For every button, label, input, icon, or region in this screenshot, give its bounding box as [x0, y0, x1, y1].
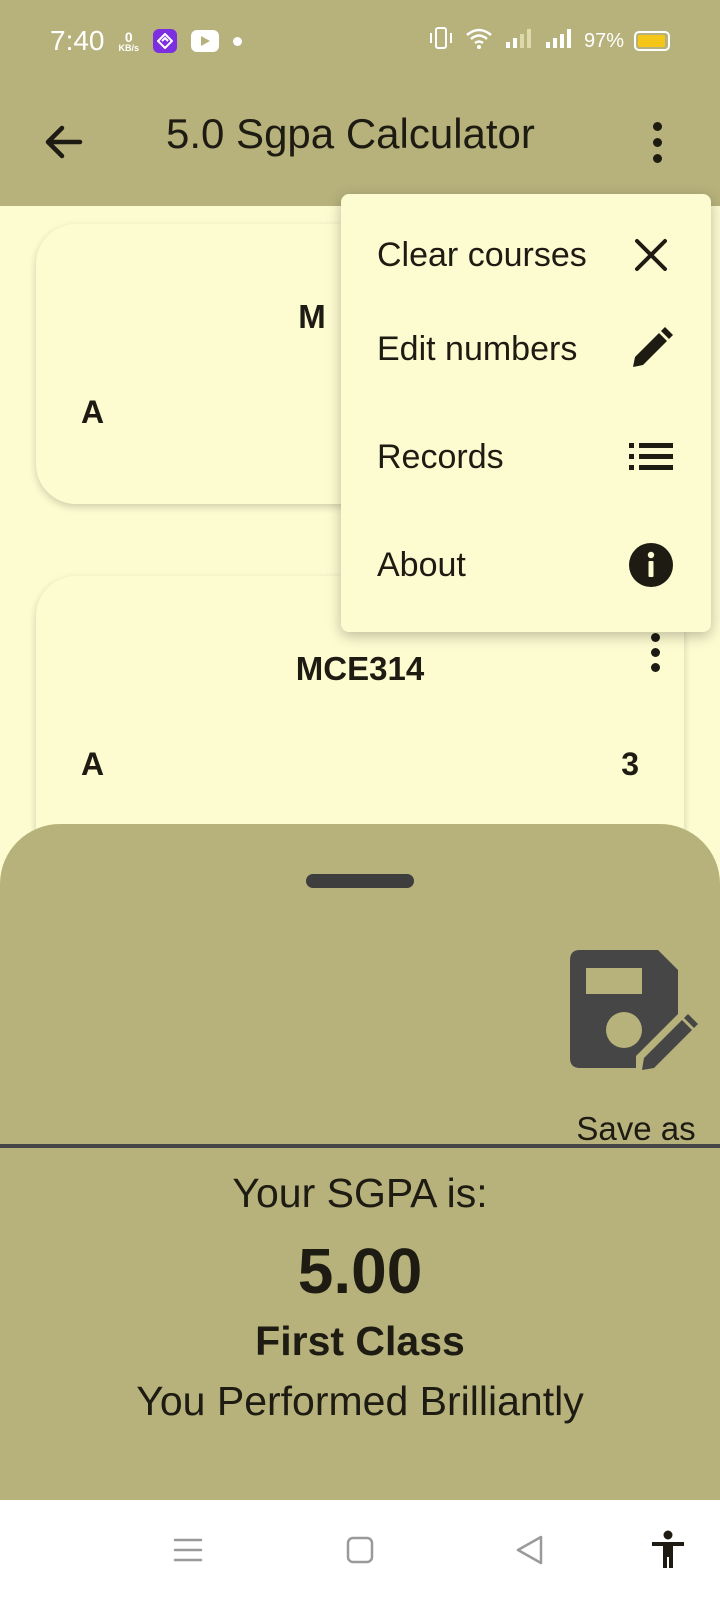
menu-item-records[interactable]: Records: [341, 412, 711, 502]
save-edit-icon: [570, 950, 698, 1070]
status-left: 7:40 0 KB/s: [50, 25, 243, 57]
save-as-button[interactable]: Save as: [570, 950, 702, 1150]
more-dot: [652, 137, 662, 147]
home-icon: [346, 1536, 374, 1564]
course-units: 3: [621, 746, 639, 782]
system-nav-bar: [0, 1500, 720, 1600]
pencil-icon: [627, 325, 675, 373]
arrow-back-icon: [45, 125, 83, 159]
network-speed-unit: KB/s: [118, 42, 140, 53]
more-options-button[interactable]: [632, 110, 682, 174]
more-dot: [650, 662, 660, 672]
screen: 7:40 0 KB/s 97% 5.0 Sgpa Calculator M A …: [0, 0, 720, 1600]
back-button[interactable]: [36, 114, 92, 170]
sgpa-value: 5.00: [297, 1235, 423, 1307]
results-bottom-sheet: Save as Your SGPA is: 5.00 First Class Y…: [0, 824, 720, 1500]
class-label: First Class: [255, 1318, 465, 1364]
recent-apps-button[interactable]: [166, 1528, 210, 1572]
course-grade: A: [81, 394, 105, 430]
status-time: 7:40: [50, 25, 105, 56]
app-notification-icon: [153, 29, 178, 53]
close-icon: [627, 231, 675, 279]
signal-icon-sim2: [504, 26, 534, 56]
info-icon: [627, 541, 675, 589]
network-speed-value: 0: [124, 28, 133, 45]
menu-item-about[interactable]: About: [341, 520, 711, 610]
save-as-label: Save as: [576, 1110, 696, 1147]
overflow-menu: Clear courses Edit numbers Records About: [341, 194, 711, 632]
battery-icon: [634, 31, 670, 51]
recent-apps-icon: [173, 1538, 203, 1562]
battery-percent: 97%: [583, 29, 624, 52]
back-triangle-icon: [516, 1535, 543, 1565]
home-button[interactable]: [338, 1528, 382, 1572]
drag-handle[interactable]: [306, 874, 414, 888]
nav-back-button[interactable]: [508, 1528, 552, 1572]
menu-item-label: Edit numbers: [377, 329, 578, 368]
more-dot: [650, 632, 660, 642]
menu-item-label: About: [377, 545, 466, 584]
accessibility-icon: [652, 1530, 684, 1568]
status-bar: 7:40 0 KB/s 97%: [0, 0, 720, 82]
more-dot: [652, 153, 662, 163]
course-grade: A: [81, 746, 105, 782]
app-bar: 5.0 Sgpa Calculator: [0, 82, 720, 206]
course-code-visible: M: [298, 298, 326, 335]
course-more-button[interactable]: [640, 628, 670, 676]
course-code: MCE314: [295, 650, 425, 687]
menu-item-clear-courses[interactable]: Clear courses: [341, 210, 711, 300]
vibrate-icon: [428, 26, 454, 56]
performance-remark: You Performed Brilliantly: [136, 1378, 584, 1424]
more-dot: [652, 121, 662, 131]
signal-icon: [544, 26, 574, 56]
status-right: 97%: [428, 26, 670, 56]
youtube-icon: [191, 30, 220, 52]
wifi-icon: [464, 26, 494, 56]
menu-item-label: Clear courses: [377, 235, 587, 274]
sgpa-label: Your SGPA is:: [232, 1170, 488, 1216]
network-speed: 0 KB/s: [119, 30, 140, 53]
battery-fill: [638, 35, 666, 47]
divider: [0, 1144, 720, 1148]
more-dot: [650, 647, 660, 657]
accessibility-button[interactable]: [646, 1528, 690, 1572]
dot-icon: [233, 36, 243, 46]
list-icon: [627, 433, 675, 481]
app-title: 5.0 Sgpa Calculator: [166, 110, 535, 157]
menu-item-label: Records: [377, 437, 504, 476]
menu-item-edit-numbers[interactable]: Edit numbers: [341, 304, 711, 394]
